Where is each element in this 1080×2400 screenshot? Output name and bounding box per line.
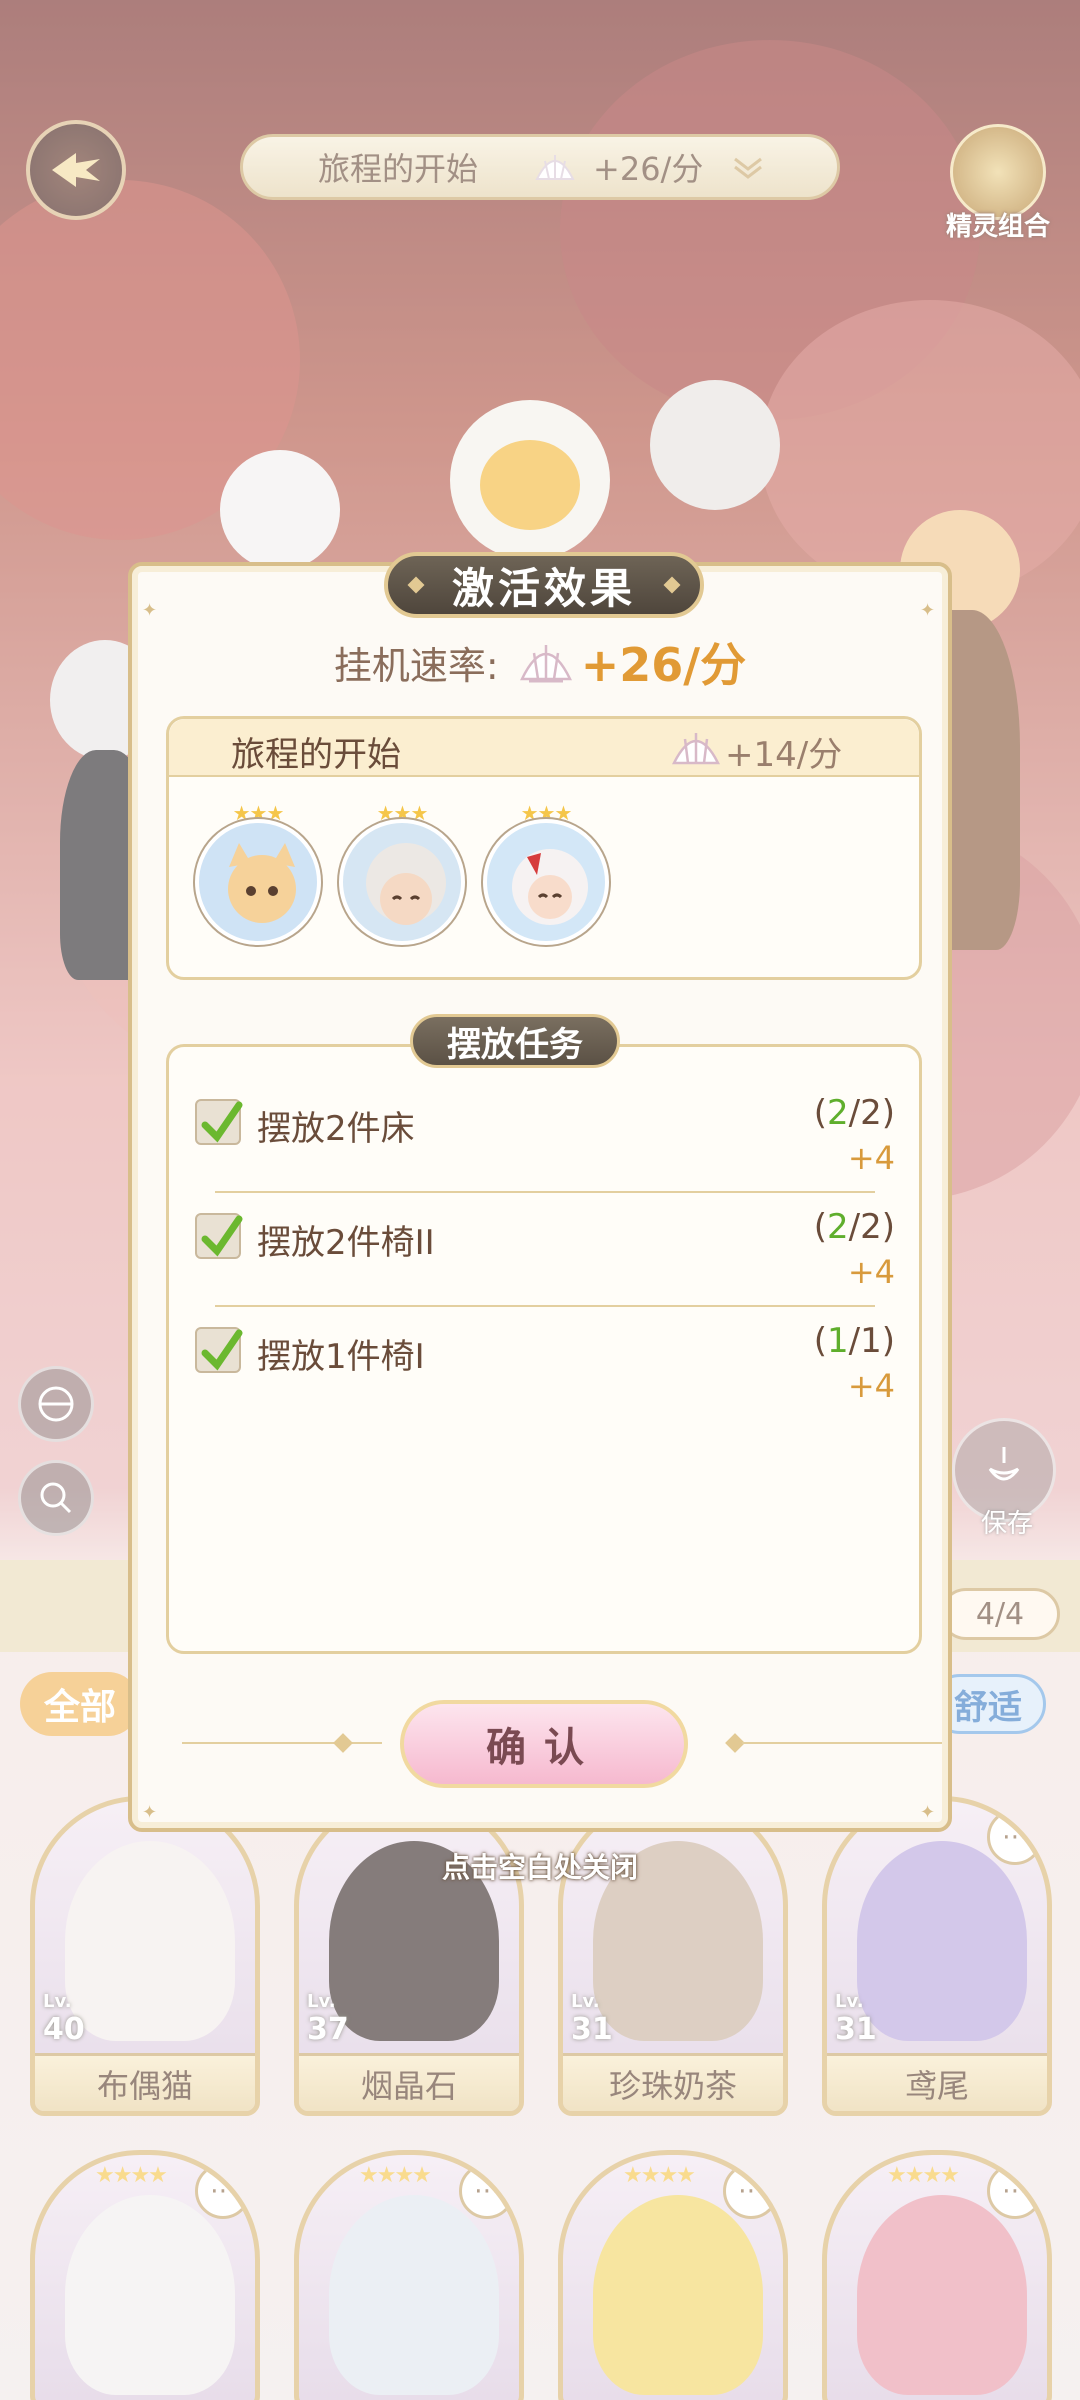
shell-currency-icon bbox=[519, 645, 572, 683]
checkmark-icon bbox=[201, 1215, 243, 1257]
checkmark-icon bbox=[201, 1329, 243, 1371]
idle-rate-row: 挂机速率: +26/分 bbox=[132, 632, 948, 692]
corner-ornament: ✦ bbox=[920, 1802, 936, 1823]
combo-card: 旅程的开始 +14/分 ★★★ ★★★ ★★★ bbox=[166, 716, 922, 980]
combo-rate: +14/分 bbox=[725, 735, 843, 775]
task-reward: +4 bbox=[847, 1139, 895, 1177]
close-hint: 点击空白处关闭 bbox=[441, 1851, 638, 1884]
combo-name: 旅程的开始 bbox=[231, 735, 401, 775]
combo-header: 旅程的开始 +14/分 bbox=[169, 719, 919, 777]
deco-diamond bbox=[333, 1733, 353, 1753]
shell-currency-icon bbox=[671, 733, 721, 765]
task-reward: +4 bbox=[847, 1367, 895, 1405]
task-progress: (2/2) bbox=[813, 1207, 895, 1247]
task-label: 摆放2件椅II bbox=[257, 1223, 435, 1263]
dialog-title-text: 激活效果 bbox=[451, 563, 636, 613]
character-avatar-white-hair[interactable] bbox=[483, 819, 609, 945]
idle-rate-label: 挂机速率: bbox=[333, 643, 499, 688]
character-avatar-seal[interactable] bbox=[339, 819, 465, 945]
checkbox bbox=[195, 1213, 243, 1259]
title-diamond bbox=[407, 576, 425, 594]
character-avatar-cat[interactable] bbox=[195, 819, 321, 945]
task-progress: (1/1) bbox=[813, 1321, 895, 1361]
list-item: 摆放1件椅I (1/1) +4 bbox=[195, 1309, 895, 1419]
title-diamond bbox=[663, 576, 681, 594]
list-item: 摆放2件椅II (2/2) +4 bbox=[195, 1195, 895, 1305]
checkbox bbox=[195, 1327, 243, 1373]
confirm-row: 确认 bbox=[132, 1698, 948, 1788]
task-progress: (2/2) bbox=[813, 1093, 895, 1133]
checkmark-icon bbox=[201, 1101, 243, 1143]
confirm-button[interactable]: 确认 bbox=[400, 1700, 688, 1788]
divider bbox=[215, 1191, 875, 1193]
dialog-title: 激活效果 bbox=[384, 552, 704, 618]
task-list: 摆放2件床 (2/2) +4 摆放2件椅II (2/2) +4 摆放1件椅I (… bbox=[166, 1044, 922, 1654]
task-label: 摆放2件床 bbox=[257, 1109, 415, 1149]
corner-ornament: ✦ bbox=[920, 600, 936, 621]
idle-rate-value: +26/分 bbox=[580, 638, 747, 692]
task-section-title: 摆放任务 bbox=[410, 1014, 620, 1068]
corner-ornament: ✦ bbox=[142, 1802, 158, 1823]
divider bbox=[215, 1305, 875, 1307]
list-item: 摆放2件床 (2/2) +4 bbox=[195, 1081, 895, 1191]
corner-ornament: ✦ bbox=[142, 600, 158, 621]
task-label: 摆放1件椅I bbox=[257, 1337, 425, 1377]
divider bbox=[742, 1742, 942, 1744]
checkbox bbox=[195, 1099, 243, 1145]
task-reward: +4 bbox=[847, 1253, 895, 1291]
activation-effect-dialog: ✦ ✦ ✦ ✦ 激活效果 挂机速率: +26/分 旅程的开始 +14/分 ★★★… bbox=[128, 552, 952, 1832]
